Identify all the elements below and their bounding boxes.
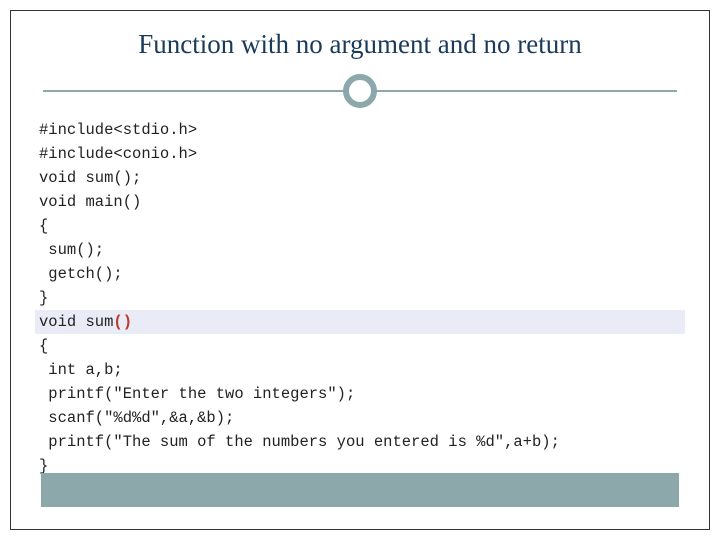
code-line: } — [39, 286, 681, 310]
code-line: void main() — [39, 190, 681, 214]
code-line: printf("The sum of the numbers you enter… — [39, 430, 681, 454]
divider-circle-icon — [343, 74, 377, 108]
footer-bar — [41, 473, 679, 507]
code-line: sum(); — [39, 238, 681, 262]
code-line-highlighted: void sum() — [35, 310, 685, 334]
code-block: #include<stdio.h> #include<conio.h> void… — [39, 118, 681, 478]
code-text: void sum — [39, 313, 113, 331]
code-line: getch(); — [39, 262, 681, 286]
code-line: void sum(); — [39, 166, 681, 190]
code-line: #include<stdio.h> — [39, 118, 681, 142]
code-line: #include<conio.h> — [39, 142, 681, 166]
slide-frame: Function with no argument and no return … — [10, 10, 710, 530]
title-divider — [11, 72, 709, 112]
slide-title: Function with no argument and no return — [11, 11, 709, 72]
code-line: { — [39, 214, 681, 238]
code-parens: () — [113, 313, 132, 331]
code-line: int a,b; — [39, 358, 681, 382]
code-line: { — [39, 334, 681, 358]
code-line: scanf("%d%d",&a,&b); — [39, 406, 681, 430]
code-line: printf("Enter the two integers"); — [39, 382, 681, 406]
